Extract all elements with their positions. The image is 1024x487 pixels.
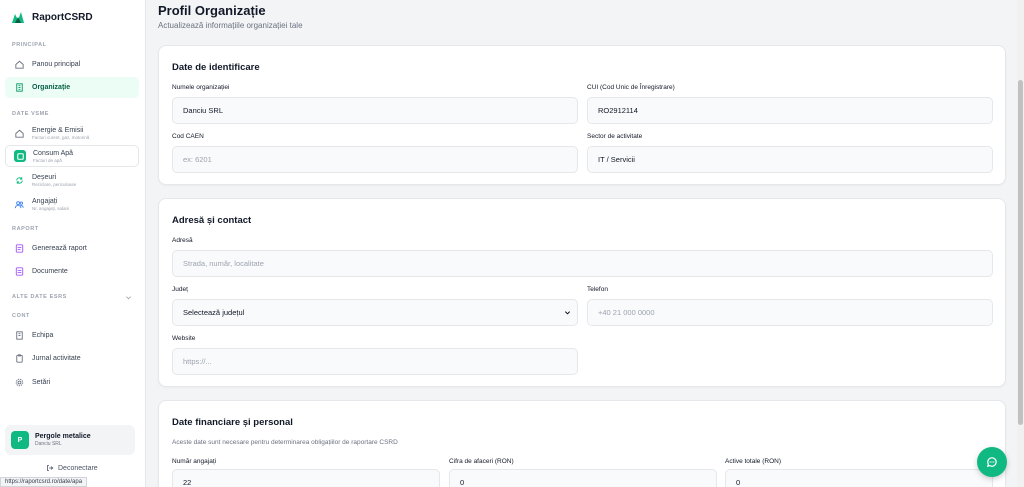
judet-label: Județ xyxy=(172,286,188,293)
phone-label: Telefon xyxy=(587,286,608,293)
users-icon xyxy=(13,198,25,210)
sidebar-item-label: Panou principal xyxy=(32,61,81,68)
revenue-label: Cifra de afaceri (RON) xyxy=(449,458,514,465)
address-input[interactable]: Strada, număr, localitate xyxy=(172,250,993,277)
finance-card: Date financiare și personal Aceste date … xyxy=(158,400,1006,487)
card-title: Date de identificare xyxy=(172,62,260,73)
energy-icon xyxy=(13,127,25,139)
sidebar-item-label: Documente xyxy=(32,268,68,275)
sidebar-item-sub: Nr. angajați, salarii xyxy=(32,205,70,211)
revenue-input[interactable]: 0 xyxy=(449,469,717,487)
section-label-principal: PRINCIPAL xyxy=(12,42,47,48)
sidebar-item-label: Energie & Emisii xyxy=(32,126,84,134)
logout-icon xyxy=(47,465,54,471)
page-title: Profil Organizație xyxy=(158,3,266,18)
sidebar-item-energie[interactable]: Energie & Emisii Facturi curent, gaz, mo… xyxy=(5,122,139,144)
sector-input[interactable]: IT / Servicii xyxy=(587,146,993,173)
sidebar-item-label: Organizație xyxy=(32,84,71,91)
section-label-raport: RAPORT xyxy=(12,226,39,232)
sidebar-item-sub: Facturi curent, gaz, motorină xyxy=(32,134,90,140)
sidebar-item-angajati[interactable]: Angajați Nr. angajați, salarii xyxy=(5,193,139,215)
sidebar-item-sub: Reciclare, periculoase xyxy=(32,181,77,187)
building-icon xyxy=(13,82,25,94)
sidebar-item-organizatie[interactable]: Organizație xyxy=(5,77,139,98)
sidebar-item-label: Jurnal activitate xyxy=(32,355,81,362)
section-label-cont: CONT xyxy=(12,313,30,319)
sidebar-item-setari[interactable]: Setări xyxy=(5,372,139,393)
gear-icon xyxy=(13,377,25,389)
org-switcher[interactable]: P Pergole metalice Danciu SRL xyxy=(5,425,135,455)
phone-input[interactable]: +40 21 000 0000 xyxy=(587,299,993,326)
logout-button[interactable]: Deconectare xyxy=(46,464,98,472)
report-icon xyxy=(13,243,25,255)
sidebar-item-label: Setări xyxy=(32,379,51,386)
water-icon xyxy=(14,150,26,162)
card-title: Adresă și contact xyxy=(172,215,252,226)
document-icon xyxy=(13,266,25,278)
sidebar-item-label: Echipa xyxy=(32,332,54,339)
sidebar-item-deseuri[interactable]: Deșeuri Reciclare, periculoase xyxy=(5,169,139,191)
page-subtitle: Actualizează informațiile organizației t… xyxy=(158,21,303,30)
employees-label: Număr angajați xyxy=(172,458,217,465)
sidebar-item-apa[interactable]: Consum Apă Facturi de apă xyxy=(5,145,139,167)
sidebar-item-echipa[interactable]: Echipa xyxy=(5,325,139,346)
judet-value: Selectează județul xyxy=(183,308,245,317)
chat-button[interactable] xyxy=(977,447,1007,477)
address-label: Adresă xyxy=(172,237,193,244)
sidebar-item-jurnal[interactable]: Jurnal activitate xyxy=(5,348,139,369)
sidebar: RaportCSRD PRINCIPAL Panou principal Org… xyxy=(0,0,146,487)
website-input[interactable]: https://... xyxy=(172,348,578,375)
section-label-alte-date[interactable]: ALTE DATE ESRS xyxy=(12,294,67,300)
sidebar-item-genereaza[interactable]: Generează raport xyxy=(5,238,139,259)
card-title: Date financiare și personal xyxy=(172,417,293,428)
chevron-down-icon xyxy=(564,311,571,315)
cui-input[interactable]: RO2912114 xyxy=(587,97,993,124)
org-avatar: P xyxy=(11,431,29,449)
sidebar-item-documente[interactable]: Documente xyxy=(5,261,139,282)
card-description: Aceste date sunt necesare pentru determi… xyxy=(172,439,398,446)
org-name-input[interactable]: Danciu SRL xyxy=(172,97,578,124)
caen-input[interactable]: ex: 6201 xyxy=(172,146,578,173)
section-label-date-vsme: DATE VSME xyxy=(12,111,50,117)
status-url: https://raportcsrd.ro/date/apa xyxy=(0,477,88,487)
scrollbar-thumb[interactable] xyxy=(1018,80,1023,425)
sidebar-item-label: Deșeuri xyxy=(32,173,57,181)
chat-icon xyxy=(986,457,997,468)
sidebar-item-label: Angajați xyxy=(32,197,58,205)
team-icon xyxy=(13,330,25,342)
website-label: Website xyxy=(172,335,196,342)
org-company: Danciu SRL xyxy=(35,441,62,447)
identification-card: Date de identificare Numele organizației… xyxy=(158,45,1006,185)
home-icon xyxy=(13,59,25,71)
sidebar-item-label: Generează raport xyxy=(32,245,87,252)
assets-input[interactable]: 0 xyxy=(725,469,993,487)
sidebar-item-panou[interactable]: Panou principal xyxy=(5,54,139,75)
judet-select[interactable]: Selectează județul xyxy=(172,299,578,326)
recycle-icon xyxy=(13,174,25,186)
employees-input[interactable]: 22 xyxy=(172,469,440,487)
contact-card: Adresă și contact Adresă Strada, număr, … xyxy=(158,198,1006,387)
logout-label: Deconectare xyxy=(58,464,98,472)
cui-label: CUI (Cod Unic de Înregistrare) xyxy=(587,84,675,91)
assets-label: Active totale (RON) xyxy=(725,458,781,465)
org-name: Pergole metalice xyxy=(35,433,91,440)
logo-icon xyxy=(12,12,24,23)
sidebar-item-label: Consum Apă xyxy=(33,149,74,157)
sidebar-item-sub: Facturi de apă xyxy=(33,157,62,163)
sector-label: Sector de activitate xyxy=(587,133,643,140)
clipboard-icon xyxy=(13,353,25,365)
app-name: RaportCSRD xyxy=(32,11,93,23)
org-name-label: Numele organizației xyxy=(172,84,230,91)
chevron-down-icon[interactable] xyxy=(125,294,132,301)
brand[interactable]: RaportCSRD xyxy=(10,9,93,25)
caen-label: Cod CAEN xyxy=(172,133,204,140)
